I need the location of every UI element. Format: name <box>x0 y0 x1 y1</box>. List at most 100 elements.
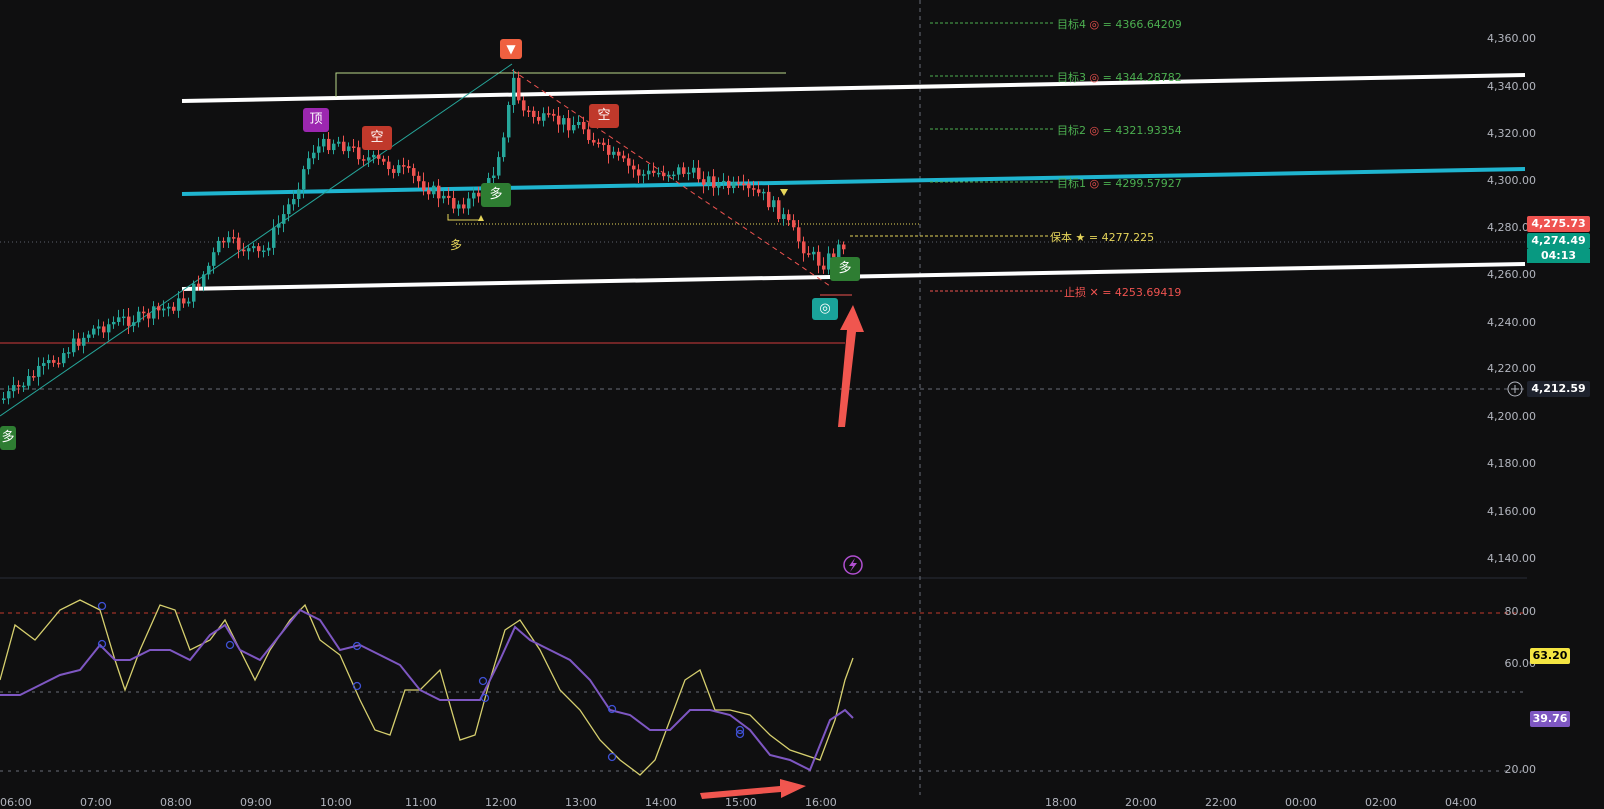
candle-body <box>327 138 331 151</box>
candle-body <box>52 360 56 363</box>
candle-body <box>577 121 581 125</box>
candle-body <box>42 363 46 366</box>
candle-body <box>587 129 591 141</box>
candle-body <box>102 326 106 333</box>
target-icon: ◎ <box>1089 71 1100 84</box>
price-tick: 4,160.00 <box>1487 505 1536 518</box>
cross-dot <box>225 640 235 650</box>
candle-body <box>662 172 666 177</box>
candle-body <box>562 118 566 125</box>
long-bracket <box>447 214 480 221</box>
candle-body <box>782 214 786 219</box>
candle-body <box>652 170 656 173</box>
candle-body <box>307 158 311 170</box>
lightning-icon[interactable] <box>843 555 863 575</box>
osc-fast-value-tag: 63.20 <box>1530 648 1570 664</box>
candle-body <box>197 283 201 287</box>
candle-body <box>637 169 641 176</box>
long-text-marker: 多 <box>450 238 463 252</box>
candle-body <box>167 306 171 309</box>
time-tick: 12:00 <box>485 796 517 809</box>
candle-body <box>682 167 686 174</box>
candle-body <box>247 248 251 252</box>
target-icon: ◎ <box>819 301 831 316</box>
time-tick: 09:00 <box>240 796 272 809</box>
time-tick: 16:00 <box>805 796 837 809</box>
time-tick: 18:00 <box>1045 796 1077 809</box>
candle-body <box>232 237 236 239</box>
candle-body <box>567 118 571 131</box>
candle-body <box>512 77 516 105</box>
candle-body <box>402 165 406 167</box>
long-triangle-marker <box>478 215 484 221</box>
candle-body <box>757 189 761 193</box>
long-signal-badge[interactable]: 多 <box>830 257 860 281</box>
candle-body <box>812 251 816 255</box>
time-tick: 13:00 <box>565 796 597 809</box>
trading-chart[interactable] <box>0 0 1604 809</box>
candle-body <box>427 190 431 195</box>
candle-body <box>752 188 756 190</box>
candle-body <box>217 240 221 253</box>
candle-body <box>772 200 776 208</box>
candle-body <box>617 151 621 156</box>
time-tick: 14:00 <box>645 796 677 809</box>
star-icon: ★ <box>1075 231 1086 244</box>
candle-body <box>557 115 561 125</box>
candle-body <box>732 182 736 189</box>
candle-body <box>477 192 481 197</box>
uptrend-line <box>0 63 513 417</box>
channel-upper-line[interactable] <box>181 73 1526 103</box>
peak-marker-badge[interactable]: ▼ <box>500 39 522 59</box>
long-signal-badge[interactable]: ◎ <box>812 298 838 320</box>
candle-body <box>777 200 781 219</box>
candle-body <box>27 376 31 386</box>
candle-body <box>227 237 231 243</box>
time-tick: 10:00 <box>320 796 352 809</box>
time-tick: 06:00 <box>0 796 32 809</box>
candle-body <box>2 398 6 400</box>
candle-body <box>747 183 751 189</box>
candle-body <box>62 353 66 364</box>
short-signal-badge[interactable]: 空 <box>362 126 392 150</box>
osc-tick: 80.00 <box>1504 605 1537 618</box>
candle-body <box>337 141 341 144</box>
target-icon: ◎ <box>1089 124 1100 137</box>
add-alert-icon[interactable] <box>1507 381 1523 397</box>
candle-body <box>667 174 671 177</box>
long-signal-badge[interactable]: 多 <box>481 183 511 207</box>
candle-body <box>277 223 281 228</box>
short-signal-badge[interactable]: 空 <box>589 104 619 128</box>
oscillator-slow-line <box>0 608 854 772</box>
candle-body <box>142 311 146 314</box>
candle-body <box>82 337 86 346</box>
candle-body <box>117 317 121 322</box>
top-signal-badge[interactable]: 顶 <box>303 108 329 132</box>
candle-body <box>807 253 811 255</box>
candle-body <box>822 265 826 270</box>
candle-body <box>717 182 721 188</box>
candle-body <box>367 157 371 161</box>
cross-dot <box>478 676 488 686</box>
price-tick: 4,240.00 <box>1487 316 1536 329</box>
candle-body <box>492 175 496 178</box>
candle-body <box>532 110 536 117</box>
long-signal-badge[interactable]: 多 <box>0 426 16 450</box>
current-price-tag: 4,274.49 <box>1527 233 1590 249</box>
candle-body <box>67 352 71 354</box>
candle-body <box>817 251 821 266</box>
candle-body <box>412 168 416 176</box>
candle-body <box>267 247 271 251</box>
time-tick: 04:00 <box>1445 796 1477 809</box>
cross-dot <box>97 601 107 611</box>
candle-body <box>722 180 726 183</box>
candle-body <box>32 376 36 378</box>
candle-body <box>527 110 531 112</box>
time-tick: 07:00 <box>80 796 112 809</box>
candle-body <box>272 227 276 248</box>
candle-body <box>262 250 266 252</box>
channel-middle-line[interactable] <box>181 167 1526 196</box>
candle-body <box>472 192 476 199</box>
candle-body <box>687 172 691 175</box>
candle-body <box>157 306 161 311</box>
